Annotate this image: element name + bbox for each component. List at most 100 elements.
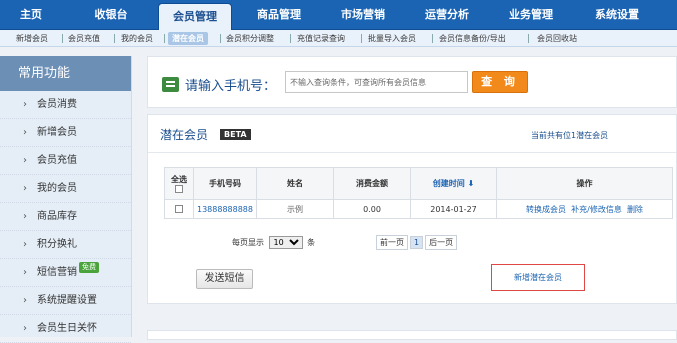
divider — [528, 34, 529, 43]
phone-search-input[interactable] — [285, 71, 468, 93]
sidebar-heading: 常用功能 — [0, 56, 131, 91]
page-size-control: 每页显示 10 条 — [232, 236, 315, 249]
subnav-recycle-bin[interactable]: 会员回收站 — [537, 30, 577, 47]
nav-product-management[interactable]: 商品管理 — [244, 0, 314, 30]
subnav-member-recharge[interactable]: 会员充值 — [68, 30, 100, 47]
sidebar-item-inventory[interactable]: › 商品库存 — [0, 203, 131, 231]
page-size-select[interactable]: 10 — [268, 236, 303, 249]
subnav-backup-export[interactable]: 会员信息备份/导出 — [439, 30, 506, 47]
sidebar-item-my-members[interactable]: › 我的会员 — [0, 175, 131, 203]
select-all-checkbox[interactable] — [175, 185, 183, 193]
name-header: 姓名 — [256, 167, 334, 200]
edit-info-link[interactable]: 补充/修改信息 — [571, 205, 622, 214]
potential-members-panel: 潜在会员 BETA 当前共有位1潜在会员 全选 手机号码 姓名 消费金额 创建时… — [147, 114, 677, 304]
send-sms-button[interactable]: 发送短信 — [196, 269, 253, 289]
subnav-points-adjust[interactable]: 会员积分调整 — [226, 30, 274, 47]
amount-header: 消费金额 — [333, 167, 411, 200]
sidebar-item-label: 积分换礼 — [37, 239, 77, 250]
phone-link[interactable]: 13888888888 — [197, 205, 253, 214]
nav-marketing[interactable]: 市场营销 — [328, 0, 398, 30]
sidebar-item-birthday-care[interactable]: › 会员生日关怀 — [0, 315, 131, 343]
subnav-recharge-records[interactable]: 充值记录查询 — [297, 30, 345, 47]
row-checkbox[interactable] — [175, 205, 183, 213]
nav-business-management[interactable]: 业务管理 — [496, 0, 566, 30]
free-badge: 免费 — [79, 262, 99, 273]
sidebar-item-points-gift[interactable]: › 积分换礼 — [0, 231, 131, 259]
divider — [164, 34, 165, 43]
sidebar-item-label: 会员充值 — [37, 155, 77, 166]
sidebar-item-add-member[interactable]: › 新增会员 — [0, 119, 131, 147]
chevron-right-icon: › — [23, 99, 27, 110]
actions-cell: 转换成会员 补充/修改信息 删除 — [496, 199, 673, 219]
bottom-panel — [147, 330, 677, 340]
select-all-header: 全选 — [164, 167, 194, 200]
amount-cell: 0.00 — [333, 199, 411, 219]
convert-to-member-link[interactable]: 转换成会员 — [526, 205, 566, 214]
sidebar: 常用功能 › 会员消费 › 新增会员 › 会员充值 › 我的会员 › 商品库存 › 积分换礼… — [0, 56, 132, 343]
divider — [62, 34, 63, 43]
nav-operations-analysis[interactable]: 运营分析 — [412, 0, 482, 30]
chevron-right-icon: › — [23, 211, 27, 222]
actions-header: 操作 — [496, 167, 673, 200]
divider — [361, 34, 362, 43]
created-cell: 2014-01-27 — [410, 199, 497, 219]
delete-link[interactable]: 删除 — [627, 205, 643, 214]
sidebar-item-member-consume[interactable]: › 会员消费 — [0, 91, 131, 119]
members-table: 全选 手机号码 姓名 消费金额 创建时间 ⬇ 操作 13888888888 示例… — [164, 167, 673, 219]
sub-navigation: 新增会员 会员充值 我的会员 潜在会员 会员积分调整 充值记录查询 批量导入会员… — [0, 30, 677, 47]
row-select-cell — [164, 199, 194, 219]
pagination: 前一页 1 后一页 — [376, 235, 459, 250]
top-navigation: 主页 收银台 会员管理 商品管理 市场营销 运营分析 业务管理 系统设置 — [0, 0, 677, 30]
sidebar-item-label: 会员消费 — [37, 99, 77, 110]
phone-cell: 13888888888 — [193, 199, 257, 219]
divider — [114, 34, 115, 43]
sidebar-item-label: 短信营销 — [37, 267, 77, 278]
nav-cashier[interactable]: 收银台 — [80, 0, 142, 30]
search-button[interactable]: 查 询 — [472, 71, 528, 93]
current-page[interactable]: 1 — [410, 236, 424, 249]
chevron-right-icon: › — [23, 323, 27, 334]
sidebar-item-label: 商品库存 — [37, 211, 77, 222]
sort-created-link[interactable]: 创建时间 ⬇ — [433, 179, 475, 188]
chevron-right-icon: › — [23, 295, 27, 306]
chevron-right-icon: › — [23, 267, 27, 278]
per-page-unit: 条 — [307, 238, 316, 247]
subnav-potential-members[interactable]: 潜在会员 — [168, 32, 208, 45]
chevron-right-icon: › — [23, 239, 27, 250]
divider — [290, 34, 291, 43]
search-bar: 请输入手机号： 查 询 — [147, 56, 677, 108]
sidebar-item-reminder-settings[interactable]: › 系统提醒设置 — [0, 287, 131, 315]
member-count-info: 当前共有位1潜在会员 — [531, 131, 609, 140]
sidebar-item-label: 系统提醒设置 — [37, 295, 97, 306]
divider — [148, 152, 676, 153]
search-label: 请输入手机号： — [185, 79, 277, 94]
subnav-add-member[interactable]: 新增会员 — [16, 30, 48, 47]
next-page-button[interactable]: 后一页 — [425, 235, 458, 250]
divider — [432, 34, 433, 43]
sidebar-item-sms-marketing[interactable]: › 短信营销 免费 — [0, 259, 131, 287]
select-all-label: 全选 — [171, 174, 187, 184]
subnav-batch-import[interactable]: 批量导入会员 — [368, 30, 416, 47]
chevron-right-icon: › — [23, 155, 27, 166]
created-time-header[interactable]: 创建时间 ⬇ — [410, 167, 497, 200]
chevron-right-icon: › — [23, 183, 27, 194]
nav-system-settings[interactable]: 系统设置 — [580, 0, 654, 30]
divider — [220, 34, 221, 43]
member-card-icon — [162, 77, 179, 92]
sidebar-item-label: 新增会员 — [37, 127, 77, 138]
prev-page-button[interactable]: 前一页 — [376, 235, 408, 250]
name-cell: 示例 — [256, 199, 334, 219]
chevron-right-icon: › — [23, 127, 27, 138]
panel-title: 潜在会员 — [160, 128, 209, 142]
per-page-label: 每页显示 — [232, 238, 264, 247]
nav-home[interactable]: 主页 — [0, 0, 62, 30]
nav-member-management[interactable]: 会员管理 — [158, 3, 232, 30]
phone-header: 手机号码 — [193, 167, 257, 200]
sidebar-item-member-recharge[interactable]: › 会员充值 — [0, 147, 131, 175]
sidebar-item-label: 会员生日关怀 — [37, 323, 97, 334]
table-row: 13888888888 示例 0.00 2014-01-27 转换成会员 补充/… — [164, 199, 673, 219]
add-potential-member-button[interactable]: 新增潜在会员 — [491, 264, 585, 291]
subnav-my-members[interactable]: 我的会员 — [121, 30, 153, 47]
sidebar-item-label: 我的会员 — [37, 183, 77, 194]
beta-badge: BETA — [220, 129, 251, 140]
